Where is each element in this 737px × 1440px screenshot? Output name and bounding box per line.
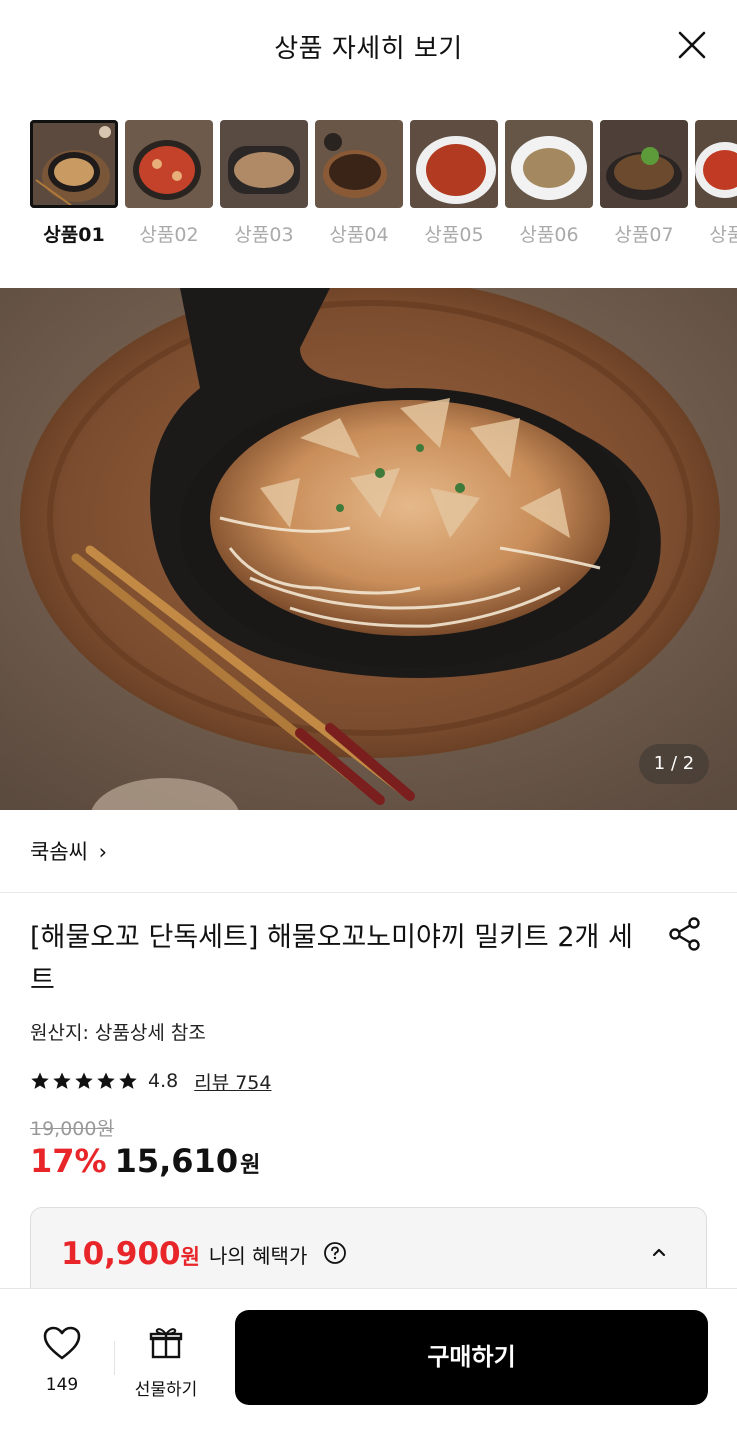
divider xyxy=(114,1341,115,1375)
thumbnail-item[interactable]: 상품03 xyxy=(220,120,308,250)
gift-button[interactable]: 선물하기 xyxy=(128,1325,204,1400)
gift-label: 선물하기 xyxy=(134,1380,198,1400)
rating-stars xyxy=(30,1071,138,1091)
thumbnail-label: 상품01 xyxy=(43,224,105,246)
thumbnail-item[interactable]: 상품04 xyxy=(315,120,403,250)
gift-icon xyxy=(149,1328,183,1359)
star-icon xyxy=(53,1072,71,1089)
chevron-up-icon[interactable] xyxy=(648,1241,670,1263)
header: 상품 자세히 보기 xyxy=(0,0,737,96)
thumbnail-label: 상품08 xyxy=(709,224,737,246)
thumbnail-label: 상품07 xyxy=(614,224,674,246)
close-icon[interactable] xyxy=(675,28,709,62)
thumbnail-label: 상품05 xyxy=(424,224,484,246)
thumbnail-label: 상품04 xyxy=(329,224,389,246)
help-icon[interactable] xyxy=(323,1241,347,1265)
price-row: 17% 15,610 원 xyxy=(30,1142,260,1180)
like-button[interactable]: 149 xyxy=(32,1325,92,1395)
thumbnail-strip: 상품01 상품02 상품03 상품04 상품05 상품06 상품07 상품 xyxy=(30,120,737,260)
sale-price: 15,610 xyxy=(114,1142,239,1180)
thumbnail-image xyxy=(695,120,737,208)
original-price: 19,000원 xyxy=(30,1118,114,1140)
star-icon xyxy=(31,1072,49,1089)
benefit-price-value: 10,900 xyxy=(61,1236,181,1272)
thumbnail-item[interactable]: 상품02 xyxy=(125,120,213,250)
benefit-label: 나의 혜택가 xyxy=(209,1244,308,1268)
star-icon xyxy=(75,1072,93,1089)
discount-rate: 17% xyxy=(30,1142,107,1180)
thumbnail-item[interactable]: 상품05 xyxy=(410,120,498,250)
thumbnail-image xyxy=(125,120,213,208)
thumbnail-image xyxy=(30,120,118,208)
benefit-price: 10,900원 xyxy=(61,1236,200,1272)
star-icon xyxy=(97,1072,115,1089)
brand-link[interactable]: 쿡솜씨 › xyxy=(30,836,107,866)
thumbnail-item[interactable]: 상품06 xyxy=(505,120,593,250)
thumbnail-image xyxy=(600,120,688,208)
sale-price-unit: 원 xyxy=(240,1153,261,1178)
page-title: 상품 자세히 보기 xyxy=(274,34,463,64)
thumbnail-image xyxy=(410,120,498,208)
product-title: [해물오꼬 단독세트] 해물오꼬노미야끼 밀키트 2개 세트 xyxy=(30,922,633,996)
thumbnail-image xyxy=(220,120,308,208)
benefit-price-unit: 원 xyxy=(180,1245,200,1269)
buy-button[interactable]: 구매하기 xyxy=(235,1310,708,1405)
product-main-image[interactable]: 1 / 2 xyxy=(0,288,737,810)
brand-name: 쿡솜씨 xyxy=(30,840,88,864)
rating-row: 4.8 리뷰 754 xyxy=(30,1066,271,1096)
rating-value: 4.8 xyxy=(148,1070,179,1092)
thumbnail-image xyxy=(315,120,403,208)
thumbnail-item[interactable]: 상품01 xyxy=(30,120,118,250)
share-icon[interactable] xyxy=(667,916,703,952)
review-link[interactable]: 리뷰 754 xyxy=(194,1068,271,1095)
thumbnail-label: 상품03 xyxy=(234,224,294,246)
thumbnail-image xyxy=(505,120,593,208)
divider xyxy=(0,892,737,893)
like-count: 149 xyxy=(45,1375,79,1395)
thumbnail-label: 상품02 xyxy=(139,224,199,246)
thumbnail-item[interactable]: 상품08 xyxy=(695,120,737,250)
thumbnail-label: 상품06 xyxy=(519,224,579,246)
heart-icon xyxy=(43,1326,81,1360)
star-icon xyxy=(119,1072,137,1089)
origin-info: 원산지: 상품상세 참조 xyxy=(30,1022,206,1044)
bottom-action-bar: 149 선물하기 구매하기 xyxy=(0,1288,737,1440)
image-page-indicator: 1 / 2 xyxy=(639,744,709,784)
chevron-right-icon: › xyxy=(98,840,108,864)
thumbnail-item[interactable]: 상품07 xyxy=(600,120,688,250)
